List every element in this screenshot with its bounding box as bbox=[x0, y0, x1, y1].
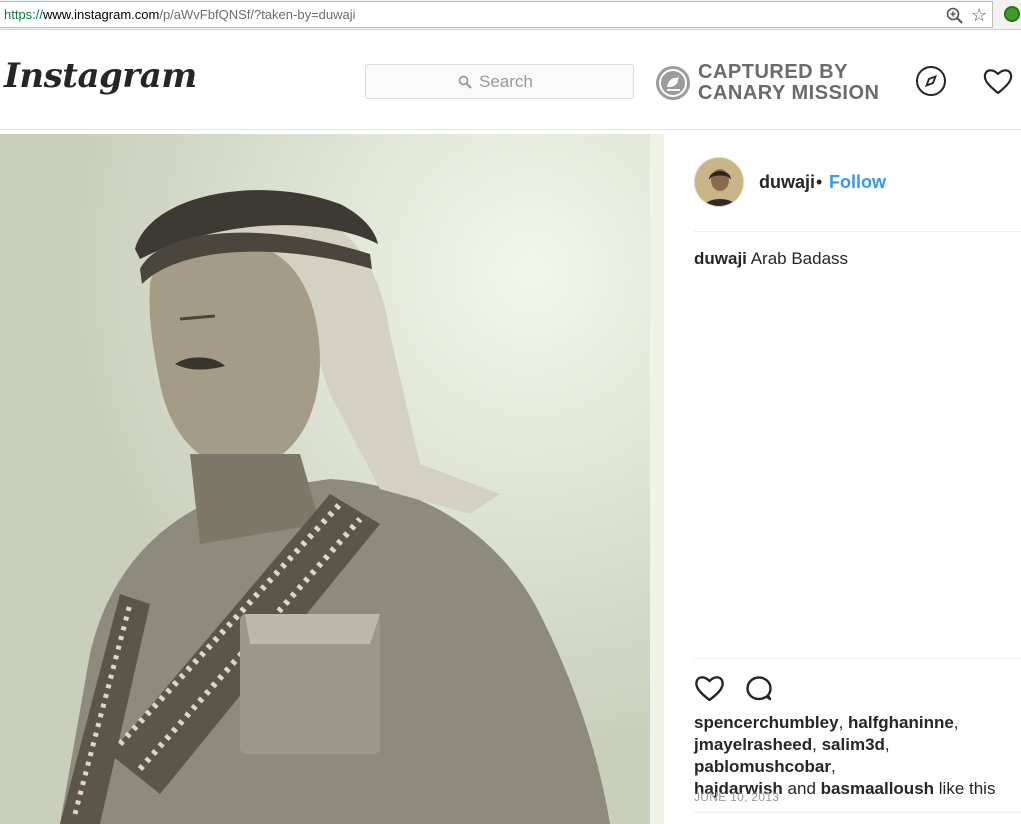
divider bbox=[694, 231, 1021, 232]
search-icon bbox=[458, 75, 472, 89]
divider bbox=[694, 812, 1021, 813]
liker-name[interactable]: halfghaninne bbox=[848, 713, 954, 732]
url-host: www.instagram.com bbox=[43, 7, 160, 22]
post-photo[interactable] bbox=[0, 134, 664, 824]
url-scheme: https:// bbox=[4, 7, 44, 22]
watermark-line1: CAPTURED BY bbox=[698, 61, 848, 83]
caption-username[interactable]: duwaji bbox=[694, 249, 747, 268]
browser-toolbar: https://www.instagram.com/p/aWvFbfQNSf/?… bbox=[0, 0, 1021, 30]
address-bar[interactable]: https://www.instagram.com/p/aWvFbfQNSf/?… bbox=[0, 1, 993, 28]
heart-icon[interactable] bbox=[983, 67, 1013, 95]
likes-and: and bbox=[787, 779, 816, 798]
instagram-header: Instagram Search CAPTURED BY CANARY MISS… bbox=[0, 30, 1021, 130]
canary-logo-icon bbox=[656, 66, 690, 100]
instagram-logo[interactable]: Instagram bbox=[4, 56, 197, 96]
url-text[interactable]: https://www.instagram.com/p/aWvFbfQNSf/?… bbox=[4, 7, 356, 22]
url-path: /p/aWvFbfQNSf/?taken-by=duwaji bbox=[159, 7, 356, 22]
likes-summary: spencerchumbley, halfghaninne, jmayelras… bbox=[694, 713, 996, 798]
follow-button[interactable]: Follow bbox=[829, 172, 886, 193]
caption-text: Arab Badass bbox=[750, 249, 849, 268]
liker-name[interactable]: salim3d bbox=[822, 735, 885, 754]
like-heart-icon[interactable] bbox=[694, 674, 725, 702]
avatar[interactable] bbox=[694, 157, 744, 207]
comment-bubble-icon[interactable] bbox=[744, 674, 774, 704]
liker-name[interactable]: jmayelrasheed bbox=[694, 735, 812, 754]
search-placeholder: Search bbox=[479, 72, 533, 91]
post-caption: duwaji Arab Badass bbox=[694, 249, 848, 269]
post-side-panel: duwaji • Follow duwaji Arab Badass spenc… bbox=[664, 134, 1021, 824]
post-date[interactable]: JUNE 10, 2013 bbox=[694, 790, 779, 804]
post-username[interactable]: duwaji bbox=[759, 172, 815, 193]
liker-name[interactable]: spencerchumbley bbox=[694, 713, 839, 732]
liker-name[interactable]: basmaalloush bbox=[821, 779, 934, 798]
explore-compass-icon[interactable] bbox=[915, 65, 947, 97]
search-input[interactable]: Search bbox=[365, 64, 634, 99]
photo-illustration bbox=[0, 134, 664, 824]
canary-watermark: CAPTURED BY CANARY MISSION bbox=[698, 62, 879, 104]
watermark-line2: CANARY MISSION bbox=[698, 82, 880, 104]
divider bbox=[694, 658, 1021, 659]
separator-dot: • bbox=[816, 172, 823, 192]
zoom-icon[interactable] bbox=[946, 7, 964, 25]
star-icon[interactable]: ☆ bbox=[971, 5, 987, 25]
liker-name[interactable]: pablomushcobar bbox=[694, 757, 831, 776]
likes-suffix: like this bbox=[938, 779, 996, 798]
extension-icon[interactable] bbox=[1004, 6, 1020, 22]
